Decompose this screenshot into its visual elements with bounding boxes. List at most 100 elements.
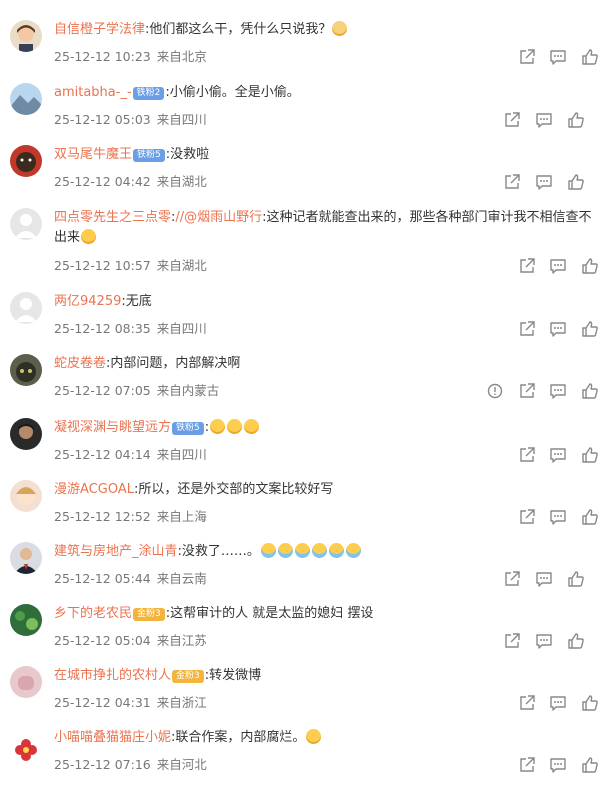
like-icon[interactable] [580, 47, 600, 67]
comment-time: 25-12-12 10:23 [54, 49, 151, 64]
avatar[interactable] [10, 20, 42, 52]
avatar[interactable] [10, 292, 42, 324]
fan-badge: 金粉3 [172, 670, 204, 683]
comment-line: 凝视深渊与眺望远方 铁粉5: [54, 418, 592, 438]
emoji-icon [328, 543, 344, 558]
like-icon[interactable] [580, 381, 600, 401]
share-icon[interactable] [517, 755, 537, 775]
like-icon[interactable] [566, 172, 586, 192]
comment-location: 来自内蒙古 [156, 383, 220, 398]
comment-icon[interactable] [534, 569, 554, 589]
comment-icon[interactable] [548, 507, 568, 527]
comment-meta: 25-12-12 05:04 来自江苏 [54, 632, 207, 650]
username-link[interactable]: 建筑与房地产_涂山青 [54, 544, 178, 559]
share-icon[interactable] [517, 445, 537, 465]
comment-icon[interactable] [548, 47, 568, 67]
emoji-icon [81, 229, 97, 244]
avatar[interactable] [10, 83, 42, 115]
comment-text: :转发微博 [204, 668, 262, 683]
comment-line: 蛇皮卷卷:内部问题，内部解决啊 [54, 354, 592, 374]
comment-time: 25-12-12 12:52 [54, 509, 151, 524]
mention-link[interactable]: //@烟雨山野行 [175, 210, 262, 225]
share-icon[interactable] [502, 569, 522, 589]
comment-meta: 25-12-12 07:05 来自内蒙古 [54, 382, 219, 400]
avatar[interactable] [10, 604, 42, 636]
like-icon[interactable] [580, 693, 600, 713]
username-link[interactable]: 自信橙子学法律 [54, 22, 145, 37]
comment-text: :这帮审计的人 就是太监的媳妇 摆设 [165, 606, 374, 621]
comment-meta: 25-12-12 04:14 来自四川 [54, 446, 207, 464]
share-icon[interactable] [517, 47, 537, 67]
comment-location: 来自湖北 [156, 258, 207, 273]
fan-badge: 铁粉5 [172, 422, 204, 435]
username-link[interactable]: 蛇皮卷卷 [54, 356, 106, 371]
comment-text: :所以，还是外交部的文案比较好写 [133, 482, 334, 497]
username-link[interactable]: 两亿94259 [54, 294, 121, 309]
comment-meta: 25-12-12 12:52 来自上海 [54, 508, 207, 526]
comment-icon[interactable] [548, 319, 568, 339]
username-link[interactable]: 在城市挣扎的农村人 [54, 668, 171, 683]
share-icon[interactable] [502, 172, 522, 192]
comment-text: :没救了……。 [177, 544, 260, 559]
username-link[interactable]: 乡下的老农民 [54, 606, 132, 621]
comment-icon[interactable] [548, 755, 568, 775]
comment-line: 自信橙子学法律:他们都这么干，凭什么只说我？ [54, 20, 592, 40]
share-icon[interactable] [517, 507, 537, 527]
comment-icon[interactable] [548, 256, 568, 276]
comment-icon[interactable] [534, 110, 554, 130]
comment-icon[interactable] [534, 172, 554, 192]
share-icon[interactable] [517, 256, 537, 276]
share-icon[interactable] [502, 110, 522, 130]
username-link[interactable]: 漫游ACGOAL [54, 482, 134, 497]
report-icon[interactable] [485, 381, 505, 401]
share-icon[interactable] [517, 319, 537, 339]
like-icon[interactable] [566, 110, 586, 130]
comment-text: :小偷小偷。全是小偷。 [165, 85, 300, 100]
emoji-icon [332, 21, 348, 36]
comment-line: 漫游ACGOAL:所以，还是外交部的文案比较好写 [54, 480, 592, 500]
comment-time: 25-12-12 10:57 [54, 258, 151, 273]
avatar[interactable] [10, 734, 42, 766]
comment-icon[interactable] [548, 693, 568, 713]
username-link[interactable]: 小喵喵叠猫猫庄小妮 [54, 730, 171, 745]
comment-text: :没救啦 [165, 147, 210, 162]
like-icon[interactable] [580, 445, 600, 465]
avatar[interactable] [10, 418, 42, 450]
username-link[interactable]: amitabha-_- [54, 85, 132, 100]
comment-time: 25-12-12 05:44 [54, 571, 151, 586]
avatar[interactable] [10, 542, 42, 574]
share-icon[interactable] [502, 631, 522, 651]
share-icon[interactable] [517, 381, 537, 401]
emoji-icon [306, 729, 322, 744]
comment-icon[interactable] [548, 381, 568, 401]
fan-badge: 金粉3 [133, 608, 165, 621]
like-icon[interactable] [580, 507, 600, 527]
avatar[interactable] [10, 354, 42, 386]
comment-location: 来自四川 [156, 112, 207, 127]
avatar[interactable] [10, 145, 42, 177]
comment-line: amitabha-_- 铁粉2:小偷小偷。全是小偷。 [54, 83, 592, 103]
like-icon[interactable] [580, 256, 600, 276]
emoji-icon [227, 419, 243, 434]
emoji-icon [311, 543, 327, 558]
username-link[interactable]: 四点零先生之三点零 [54, 210, 171, 225]
like-icon[interactable] [580, 755, 600, 775]
share-icon[interactable] [517, 693, 537, 713]
like-icon[interactable] [566, 569, 586, 589]
username-link[interactable]: 凝视深渊与眺望远方 [54, 420, 171, 435]
username-link[interactable]: 双马尾牛魔王 [54, 147, 132, 162]
comment-icon[interactable] [548, 445, 568, 465]
comment-time: 25-12-12 07:05 [54, 383, 151, 398]
comment-text: :内部问题，内部解决啊 [106, 356, 241, 371]
comment-icon[interactable] [534, 631, 554, 651]
emoji-icon [294, 543, 310, 558]
comment-location: 来自上海 [156, 509, 207, 524]
like-icon[interactable] [580, 319, 600, 339]
comment-meta: 25-12-12 08:35 来自四川 [54, 320, 207, 338]
like-icon[interactable] [566, 631, 586, 651]
avatar[interactable] [10, 208, 42, 240]
avatar[interactable] [10, 480, 42, 512]
comment-line: 小喵喵叠猫猫庄小妮:联合作案，内部腐烂。 [54, 728, 592, 748]
emoji-icon [244, 419, 260, 434]
avatar[interactable] [10, 666, 42, 698]
